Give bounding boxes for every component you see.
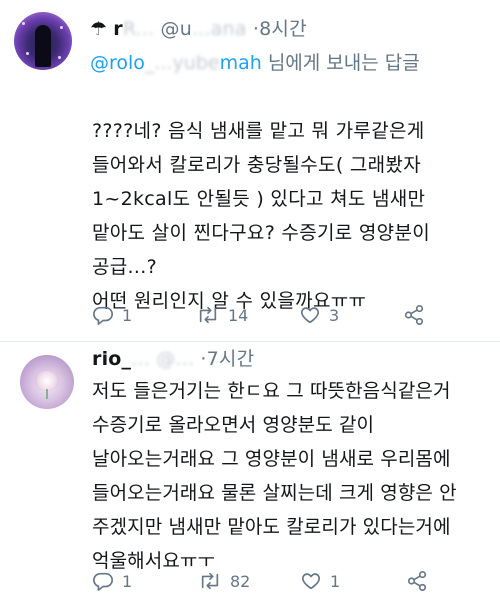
share-icon (406, 570, 428, 592)
tweet-text: ????네? 음식 냄새를 맡고 뭐 가루같은게 들어와서 칼로리가 충당될수도… (92, 120, 431, 312)
username[interactable]: @... (156, 348, 194, 370)
avatar-sparkle (58, 56, 61, 59)
like-button[interactable]: 1 (300, 570, 406, 592)
avatar[interactable] (14, 12, 72, 70)
tweet-header: ☂ rR... @u...ana ·8시간 (90, 14, 307, 41)
reply-count: 1 (122, 305, 133, 325)
tweet-actions: 1 14 3 (92, 304, 425, 326)
display-name-blurred: R... (122, 18, 155, 40)
avatar-figure (35, 25, 51, 67)
username[interactable]: @u...ana (161, 18, 247, 40)
avatar-sparkle (22, 22, 25, 25)
like-count: 3 (329, 305, 340, 325)
like-count: 1 (330, 571, 341, 591)
tweet-1[interactable]: ☂ rR... @u...ana ·8시간 @rolo_...yubemah 님에… (0, 0, 500, 342)
heart-icon (300, 570, 322, 592)
timestamp[interactable]: 7시간 (207, 348, 255, 370)
avatar[interactable] (20, 355, 74, 409)
share-icon (403, 304, 425, 326)
avatar-sparkle (26, 52, 29, 55)
display-name[interactable]: r (113, 18, 123, 40)
avatar-sparkle (60, 26, 63, 29)
reply-button[interactable]: 1 (92, 570, 198, 592)
reply-count: 1 (122, 571, 133, 591)
share-button[interactable] (406, 570, 428, 592)
reply-to-handle[interactable]: @rolo_...yubemah (90, 52, 262, 74)
retweet-icon (198, 570, 222, 592)
reply-to-label: 님에게 보내는 답글 (267, 52, 420, 74)
heart-icon (299, 304, 321, 326)
reply-icon (92, 570, 114, 592)
reply-icon (92, 304, 114, 326)
retweet-button[interactable]: 82 (198, 570, 300, 592)
like-button[interactable]: 3 (299, 304, 403, 326)
timestamp[interactable]: 8시간 (259, 18, 307, 40)
avatar-flower (35, 371, 59, 391)
retweet-count: 82 (230, 571, 251, 591)
tweet-actions: 1 82 1 (92, 570, 428, 592)
display-name[interactable]: rio_ (92, 348, 131, 370)
retweet-count: 14 (228, 305, 249, 325)
display-name-blurred: ... (131, 348, 150, 370)
tweet-text: 저도 들은거기는 한ㄷ요 그 따뜻한음식같은거 수증기로 올라오면서 영양분도 … (92, 380, 457, 572)
tweet-header: rio_... @... ·7시간 (92, 344, 254, 371)
retweet-icon (196, 304, 220, 326)
umbrella-icon: ☂ (90, 18, 108, 40)
reply-context: @rolo_...yubemah 님에게 보내는 답글 (90, 48, 480, 79)
share-button[interactable] (403, 304, 425, 326)
avatar-flower-stem (46, 389, 48, 399)
retweet-button[interactable]: 14 (196, 304, 299, 326)
reply-button[interactable]: 1 (92, 304, 196, 326)
